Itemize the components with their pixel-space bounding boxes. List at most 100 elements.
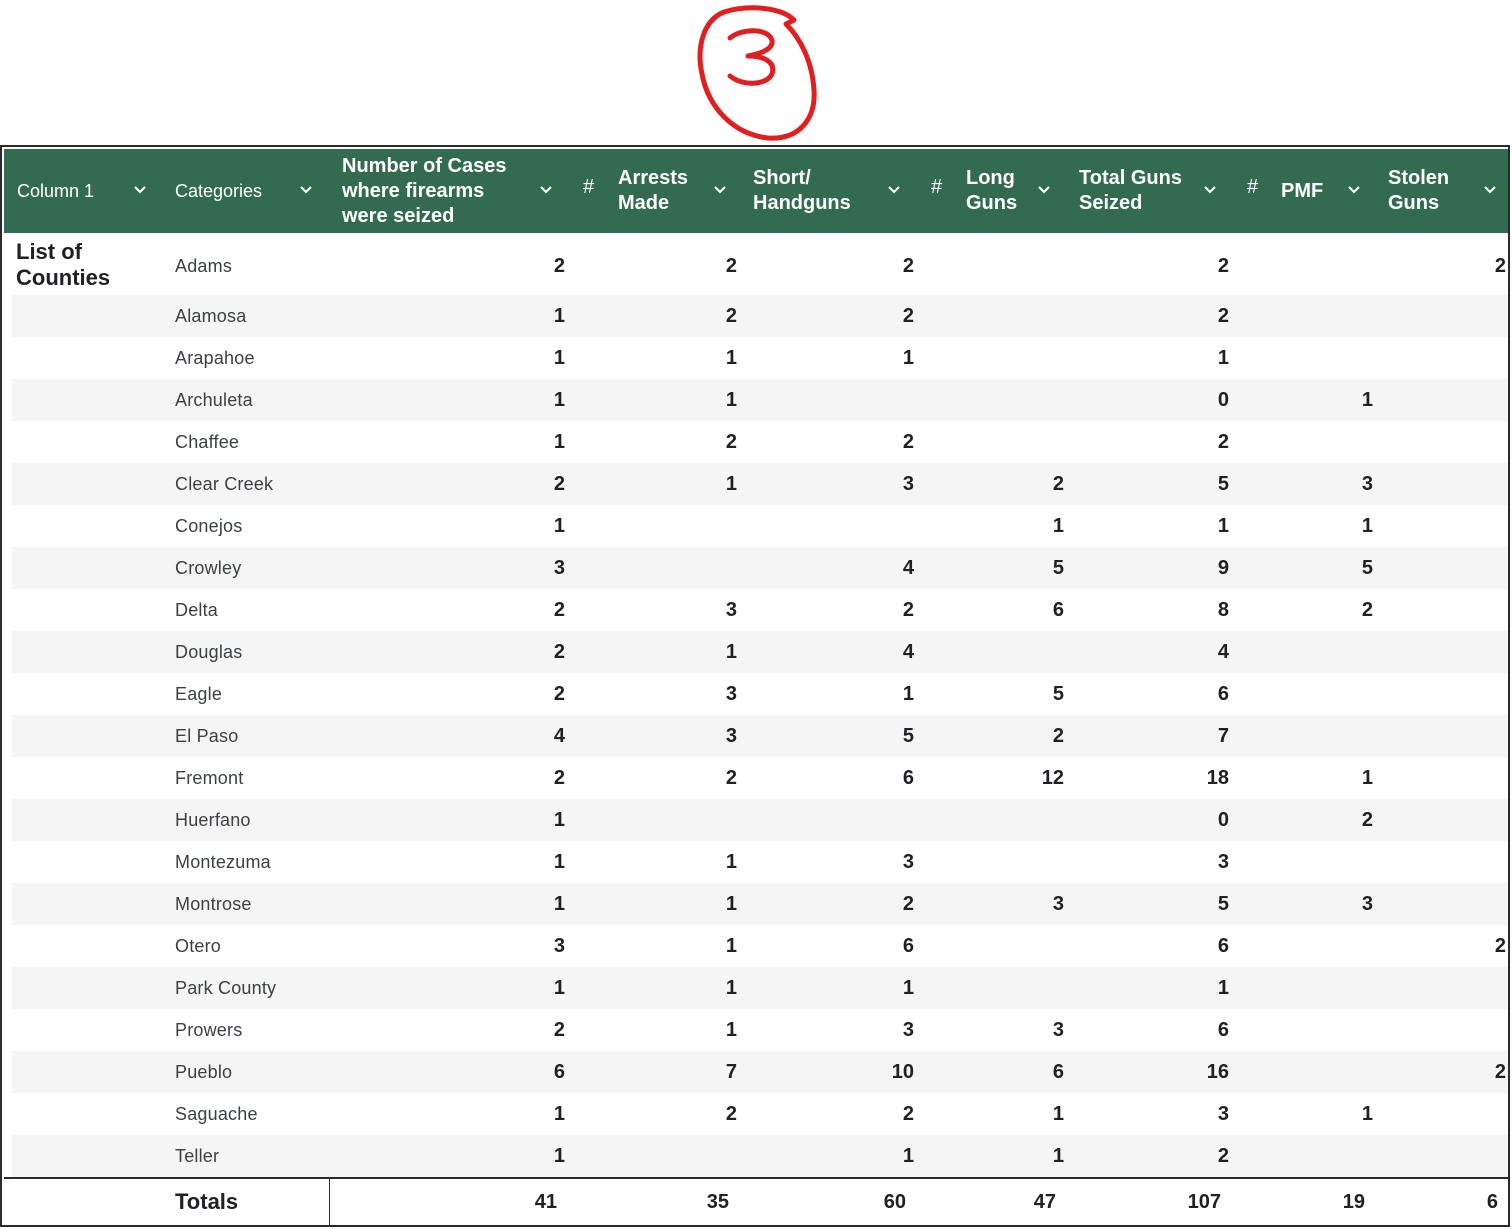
cell-short-handguns: 1 <box>902 1144 914 1167</box>
header-label: Short/ Handguns <box>753 167 851 214</box>
chevron-down-icon[interactable] <box>132 182 148 198</box>
cell-arrests: 1 <box>725 850 737 873</box>
table-body: Adams 2 2 2 2 2 Alamosa 1 2 2 2 Arapahoe 1 1 1 1 Archule… <box>12 237 1508 1177</box>
cell-county: Otero <box>175 935 222 956</box>
cell-county: Archuleta <box>175 389 253 410</box>
cell-pmf: 3 <box>1361 472 1373 495</box>
table-row: Teller 1 1 1 2 <box>12 1135 1508 1177</box>
cell-total-guns: 1 <box>1217 346 1229 369</box>
cell-arrests: 3 <box>725 724 737 747</box>
cell-county: Park County <box>175 977 277 998</box>
header-categories[interactable]: Categories <box>164 149 330 233</box>
cell-long-guns: 12 <box>1041 766 1064 789</box>
cell-arrests: 1 <box>725 1018 737 1041</box>
cell-total-guns: 2 <box>1217 430 1229 453</box>
cell-short-handguns: 2 <box>902 1102 914 1125</box>
cell-short-handguns: 2 <box>902 430 914 453</box>
cell-cases: 2 <box>553 682 565 705</box>
cell-pmf: 5 <box>1361 556 1373 579</box>
cell-cases: 1 <box>553 430 565 453</box>
annotation-circle <box>697 5 817 141</box>
chevron-down-icon[interactable] <box>712 182 728 198</box>
header-total-guns-seized[interactable]: Total Guns Seized <box>1068 149 1234 233</box>
cell-cases: 3 <box>553 556 565 579</box>
header-stolen-guns[interactable]: Stolen Guns <box>1378 149 1508 233</box>
cell-total-guns: 2 <box>1217 304 1229 327</box>
cell-cases: 1 <box>553 850 565 873</box>
cell-county: Crowley <box>175 557 242 578</box>
header-pmf[interactable]: # PMF <box>1234 149 1378 233</box>
cell-county: Prowers <box>175 1019 243 1040</box>
chevron-down-icon[interactable] <box>538 182 554 198</box>
cell-short-handguns: 6 <box>902 766 914 789</box>
cell-total-guns: 0 <box>1217 388 1229 411</box>
cell-pmf: 1 <box>1361 514 1373 537</box>
pivot-table: Column 1 Categories Number of Cases wher… <box>0 145 1510 1227</box>
cell-cases: 1 <box>553 1144 565 1167</box>
cell-cases: 2 <box>553 472 565 495</box>
cell-county: Eagle <box>175 683 223 704</box>
chevron-down-icon[interactable] <box>1346 182 1362 198</box>
cell-long-guns: 6 <box>1052 598 1064 621</box>
header-label: Long Guns <box>966 167 1018 214</box>
header-column-1[interactable]: Column 1 <box>4 149 164 233</box>
cell-short-handguns: 1 <box>902 976 914 999</box>
cell-cases: 1 <box>553 346 565 369</box>
cell-short-handguns: 2 <box>902 598 914 621</box>
table-row: Huerfano 1 0 2 <box>12 799 1508 841</box>
cell-county: Delta <box>175 599 219 620</box>
cell-short-handguns: 1 <box>902 346 914 369</box>
table-row: Prowers 2 1 3 3 6 <box>12 1009 1508 1051</box>
cell-cases: 1 <box>553 304 565 327</box>
cell-total-guns: 1 <box>1217 514 1229 537</box>
chevron-down-icon[interactable] <box>1036 182 1052 198</box>
cell-short-handguns: 4 <box>902 640 914 663</box>
table-row: Crowley 3 4 5 9 5 <box>12 547 1508 589</box>
cell-county: Montezuma <box>175 851 271 872</box>
cell-cases: 2 <box>553 598 565 621</box>
header-arrests-made[interactable]: # Arrests Made <box>570 149 742 233</box>
table-header: Column 1 Categories Number of Cases wher… <box>4 149 1508 233</box>
cell-short-handguns: 5 <box>902 724 914 747</box>
cell-arrests: 2 <box>725 430 737 453</box>
cell-arrests: 2 <box>725 304 737 327</box>
chevron-down-icon[interactable] <box>886 182 902 198</box>
cell-short-handguns: 3 <box>902 850 914 873</box>
cell-pmf: 2 <box>1361 808 1373 831</box>
cell-county: Pueblo <box>175 1061 233 1082</box>
total-short-handguns: 60 <box>883 1190 906 1213</box>
cell-short-handguns: 1 <box>902 682 914 705</box>
table-row: El Paso 4 3 5 2 7 <box>12 715 1508 757</box>
cell-arrests: 1 <box>725 472 737 495</box>
cell-total-guns: 6 <box>1217 934 1229 957</box>
header-label: Total Guns Seized <box>1079 167 1182 214</box>
cell-short-handguns: 2 <box>902 892 914 915</box>
cell-pmf: 1 <box>1361 1102 1373 1125</box>
cell-total-guns: 5 <box>1217 892 1229 915</box>
table-row: Conejos 1 1 1 1 <box>12 505 1508 547</box>
totals-label: Totals <box>175 1189 239 1214</box>
cell-arrests: 1 <box>725 976 737 999</box>
cell-long-guns: 3 <box>1052 892 1064 915</box>
cell-total-guns: 16 <box>1206 1060 1229 1083</box>
cell-cases: 1 <box>553 388 565 411</box>
cell-arrests: 1 <box>725 934 737 957</box>
table-row: Eagle 2 3 1 5 6 <box>12 673 1508 715</box>
chevron-down-icon[interactable] <box>1202 182 1218 198</box>
cell-long-guns: 5 <box>1052 682 1064 705</box>
cell-county: El Paso <box>175 725 239 746</box>
table-row: Pueblo 6 7 10 6 16 2 <box>12 1051 1508 1093</box>
chevron-down-icon[interactable] <box>298 182 314 198</box>
cell-stolen-guns: 2 <box>1494 934 1506 957</box>
cell-county: Alamosa <box>175 305 247 326</box>
cell-cases: 1 <box>553 1102 565 1125</box>
header-long-guns[interactable]: # Long Guns <box>918 149 1068 233</box>
cell-cases: 4 <box>553 724 565 747</box>
table-row: Fremont 2 2 6 12 18 1 <box>12 757 1508 799</box>
cell-short-handguns: 2 <box>902 304 914 327</box>
chevron-down-icon[interactable] <box>1482 182 1498 198</box>
cell-total-guns: 1 <box>1217 976 1229 999</box>
header-cases-seized[interactable]: Number of Cases where firearms were seiz… <box>330 149 570 233</box>
cell-arrests: 1 <box>725 346 737 369</box>
header-short-handguns[interactable]: Short/ Handguns <box>742 149 918 233</box>
